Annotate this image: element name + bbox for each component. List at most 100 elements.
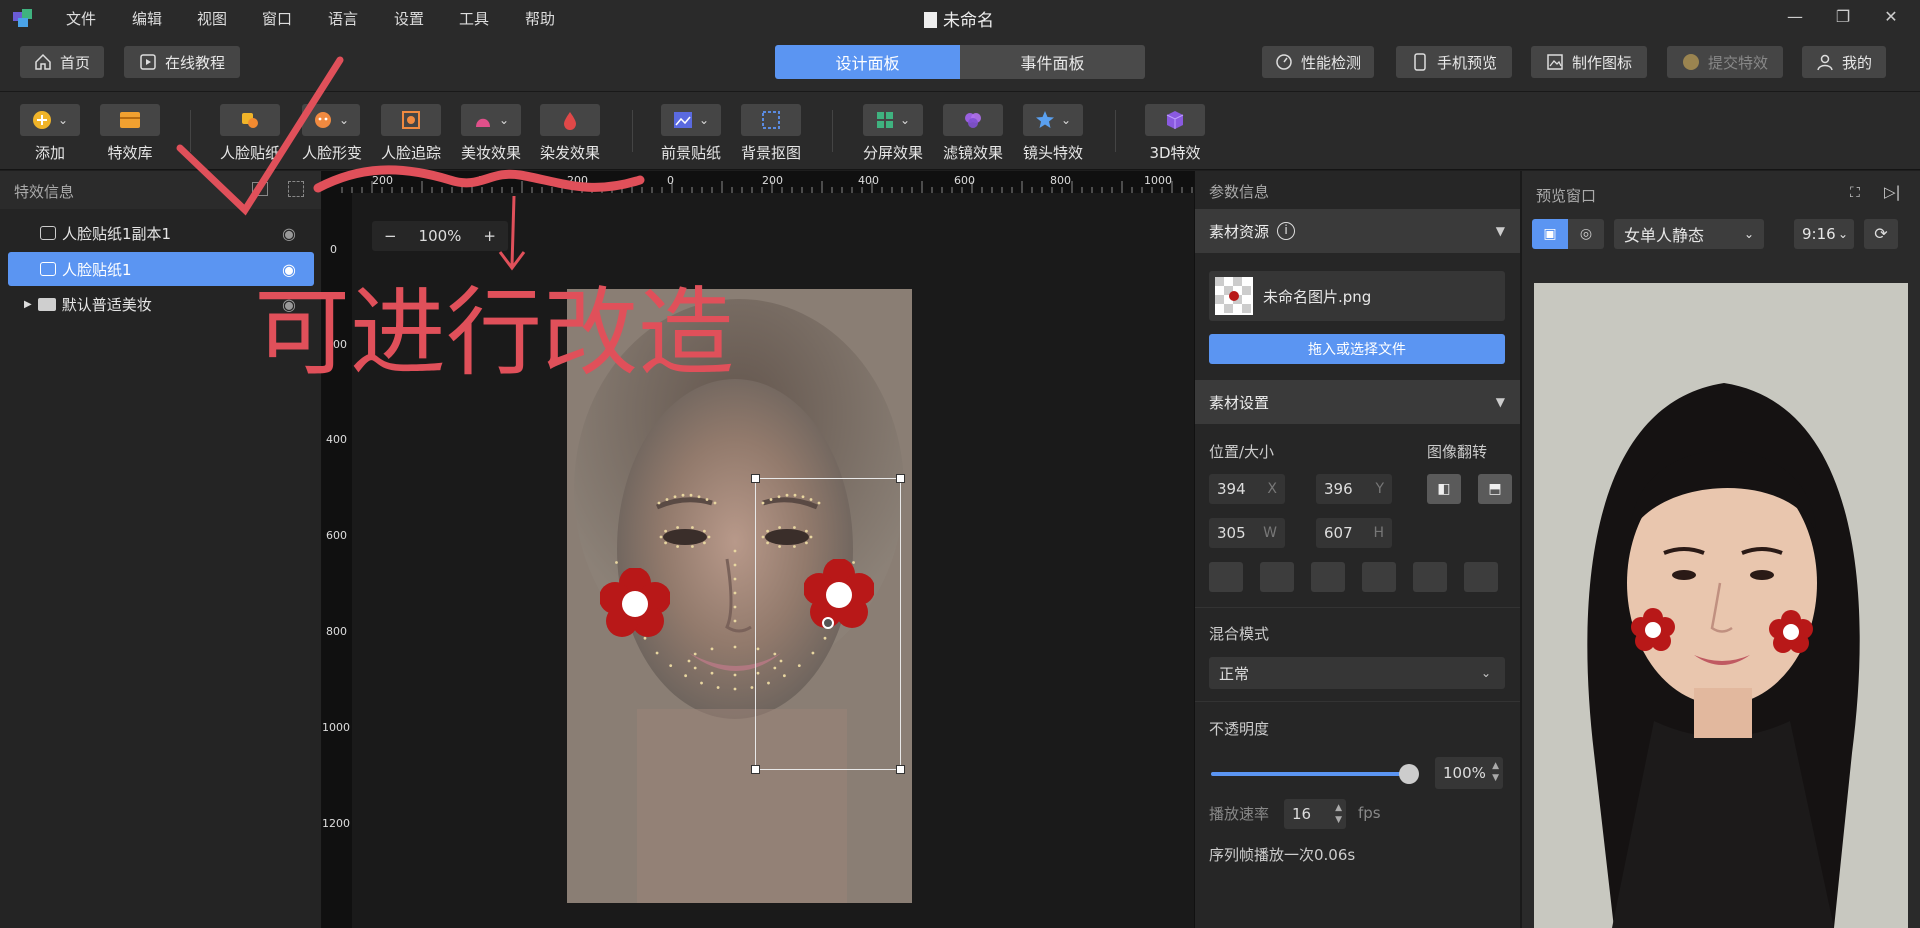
stepper-arrows-icon[interactable]: ▲ ▼ xyxy=(1335,802,1342,826)
close-icon[interactable]: ✕ xyxy=(1880,6,1902,28)
face-sticker-tool[interactable]: 人脸贴纸 xyxy=(220,104,280,163)
play-speed-label: 播放速率 xyxy=(1209,805,1270,823)
resize-handle[interactable] xyxy=(751,765,760,774)
minimize-icon[interactable]: — xyxy=(1784,6,1806,28)
tab-design-panel[interactable]: 设计面板 xyxy=(775,45,960,79)
add-tool[interactable]: ⌄ 添加 xyxy=(20,104,80,163)
zoom-out-button[interactable]: − xyxy=(384,227,397,245)
eye-icon[interactable]: ◉ xyxy=(282,295,296,314)
toolbar-divider xyxy=(190,110,191,152)
menu-view[interactable]: 视图 xyxy=(197,8,227,29)
flip-horizontal-icon[interactable]: ◧ xyxy=(1427,474,1461,504)
landmark-dot xyxy=(669,664,673,668)
make-icon-button[interactable]: 制作图标 xyxy=(1531,46,1647,78)
lens-tool[interactable]: ⌄ 镜头特效 xyxy=(1023,104,1083,163)
landmark-dot xyxy=(687,659,691,663)
menu-settings[interactable]: 设置 xyxy=(394,8,424,29)
landmark-dot xyxy=(659,535,663,539)
opacity-slider-track[interactable] xyxy=(1211,764,1419,784)
home-button[interactable]: 首页 xyxy=(20,46,104,78)
anchor-point-icon[interactable] xyxy=(822,617,834,629)
library-tool[interactable]: 特效库 xyxy=(100,104,160,163)
align-top-icon[interactable] xyxy=(1362,562,1396,592)
align-bottom-icon[interactable] xyxy=(1464,562,1498,592)
face-deform-tool[interactable]: ⌄ 人脸形变 xyxy=(302,104,362,163)
bg-matting-tool[interactable]: 背景抠图 xyxy=(741,104,801,163)
menu-language[interactable]: 语言 xyxy=(328,8,358,29)
resize-handle[interactable] xyxy=(896,474,905,483)
w-field[interactable]: 305 W xyxy=(1209,518,1285,548)
choose-file-button[interactable]: 拖入或选择文件 xyxy=(1209,334,1505,364)
design-canvas[interactable]: 200 0 0 200 200 400 600 800 1000 0 200 4… xyxy=(322,171,1194,928)
image-mode-icon[interactable]: ▣ xyxy=(1532,219,1568,249)
threed-tool[interactable]: 3D特效 xyxy=(1145,104,1205,163)
crop-icon[interactable]: ⛶ xyxy=(1850,185,1860,201)
opacity-input[interactable]: 100% ▲ ▼ xyxy=(1435,757,1503,789)
restore-icon[interactable]: ❐ xyxy=(1832,6,1854,28)
resize-handle[interactable] xyxy=(751,474,760,483)
h-field[interactable]: 607 H xyxy=(1316,518,1392,548)
x-field[interactable]: 394 X xyxy=(1209,474,1285,504)
blend-mode-select[interactable]: 正常 ⌄ xyxy=(1209,657,1505,689)
landmark-dot xyxy=(615,561,618,564)
menu-window[interactable]: 窗口 xyxy=(262,8,292,29)
collapse-triangle-icon[interactable]: ▼ xyxy=(1496,395,1505,409)
resize-handle[interactable] xyxy=(896,765,905,774)
fps-value: 16 xyxy=(1292,805,1312,823)
eye-icon[interactable]: ◉ xyxy=(282,260,296,279)
performance-button[interactable]: 性能检测 xyxy=(1262,46,1374,78)
layer-folder[interactable]: ▶ 默认普适美妆 ◉ xyxy=(8,287,314,321)
collapse-panel-icon[interactable]: ▷| xyxy=(1884,183,1901,201)
duplicate-icon[interactable] xyxy=(288,181,304,197)
makeup-label: 美妆效果 xyxy=(461,144,522,162)
camera-mode-icon[interactable]: ◎ xyxy=(1568,219,1604,249)
fps-input[interactable]: 16 ▲ ▼ xyxy=(1284,799,1346,829)
submit-effect-button[interactable]: 提交特效 xyxy=(1667,46,1783,78)
hair-dye-tool[interactable]: 染发效果 xyxy=(540,104,600,163)
makeup-tool[interactable]: ⌄ 美妆效果 xyxy=(461,104,521,163)
zoom-in-button[interactable]: + xyxy=(483,227,496,245)
expand-triangle-icon[interactable]: ▶ xyxy=(24,299,32,310)
layer-label: 默认普适美妆 xyxy=(61,295,152,314)
ruler-label: 400 xyxy=(326,433,347,446)
menu-help[interactable]: 帮助 xyxy=(525,8,555,29)
y-field[interactable]: 396 Y xyxy=(1316,474,1392,504)
new-layer-icon[interactable] xyxy=(252,182,268,196)
menu-tools[interactable]: 工具 xyxy=(459,8,489,29)
params-panel: 参数信息 素材资源 i ▼ 未命名图片.png 拖入或选择文件 素材设置 ▼ 位… xyxy=(1194,171,1521,928)
collapse-triangle-icon[interactable]: ▼ xyxy=(1496,224,1505,238)
opacity-slider-knob[interactable] xyxy=(1399,764,1419,784)
align-center-v-icon[interactable] xyxy=(1413,562,1447,592)
info-icon[interactable]: i xyxy=(1277,222,1296,240)
eye-icon[interactable]: ◉ xyxy=(282,224,296,243)
sequence-note: 序列帧播放一次0.06s xyxy=(1209,846,1356,864)
stepper-arrows-icon[interactable]: ▲ ▼ xyxy=(1492,760,1499,784)
effects-toolbar: ⌄ 添加 特效库 人脸贴纸 ⌄ 人脸形变 人脸追踪 ⌄ 美妆效果 染发效果 ⌄ … xyxy=(0,92,1920,170)
align-left-icon[interactable] xyxy=(1209,562,1243,592)
tab-event-panel[interactable]: 事件面板 xyxy=(960,45,1145,79)
flower-sticker-left[interactable] xyxy=(600,568,670,638)
mobile-preview-button[interactable]: 手机预览 xyxy=(1396,46,1512,78)
layer-item-selected[interactable]: 人脸贴纸1 ◉ xyxy=(8,252,314,286)
menu-edit[interactable]: 编辑 xyxy=(132,8,162,29)
flip-vertical-icon[interactable]: ⬒ xyxy=(1478,474,1512,504)
chevron-down-icon: ⌄ xyxy=(1480,666,1491,680)
menu-file[interactable]: 文件 xyxy=(66,8,96,29)
refresh-icon[interactable]: ⟳ xyxy=(1864,219,1898,249)
model-select[interactable]: 女单人静态 ⌄ xyxy=(1614,219,1764,249)
material-settings-header[interactable]: 素材设置 ▼ xyxy=(1195,380,1521,424)
align-right-icon[interactable] xyxy=(1311,562,1345,592)
material-source-header[interactable]: 素材资源 i ▼ xyxy=(1195,209,1521,253)
fg-sticker-tool[interactable]: ⌄ 前景贴纸 xyxy=(661,104,721,163)
landmark-dot xyxy=(691,545,694,548)
mine-button[interactable]: 我的 xyxy=(1802,46,1886,78)
align-center-h-icon[interactable] xyxy=(1260,562,1294,592)
ratio-select[interactable]: 9:16 ⌄ xyxy=(1794,219,1854,249)
face-track-tool[interactable]: 人脸追踪 xyxy=(381,104,441,163)
filter-tool[interactable]: 滤镜效果 xyxy=(943,104,1003,163)
material-file-item[interactable]: 未命名图片.png xyxy=(1209,271,1505,321)
split-screen-tool[interactable]: ⌄ 分屏效果 xyxy=(863,104,923,163)
layer-item[interactable]: 人脸贴纸1副本1 ◉ xyxy=(8,216,314,250)
bg-matting-icon xyxy=(762,111,780,129)
tutorial-button[interactable]: 在线教程 xyxy=(124,46,240,78)
